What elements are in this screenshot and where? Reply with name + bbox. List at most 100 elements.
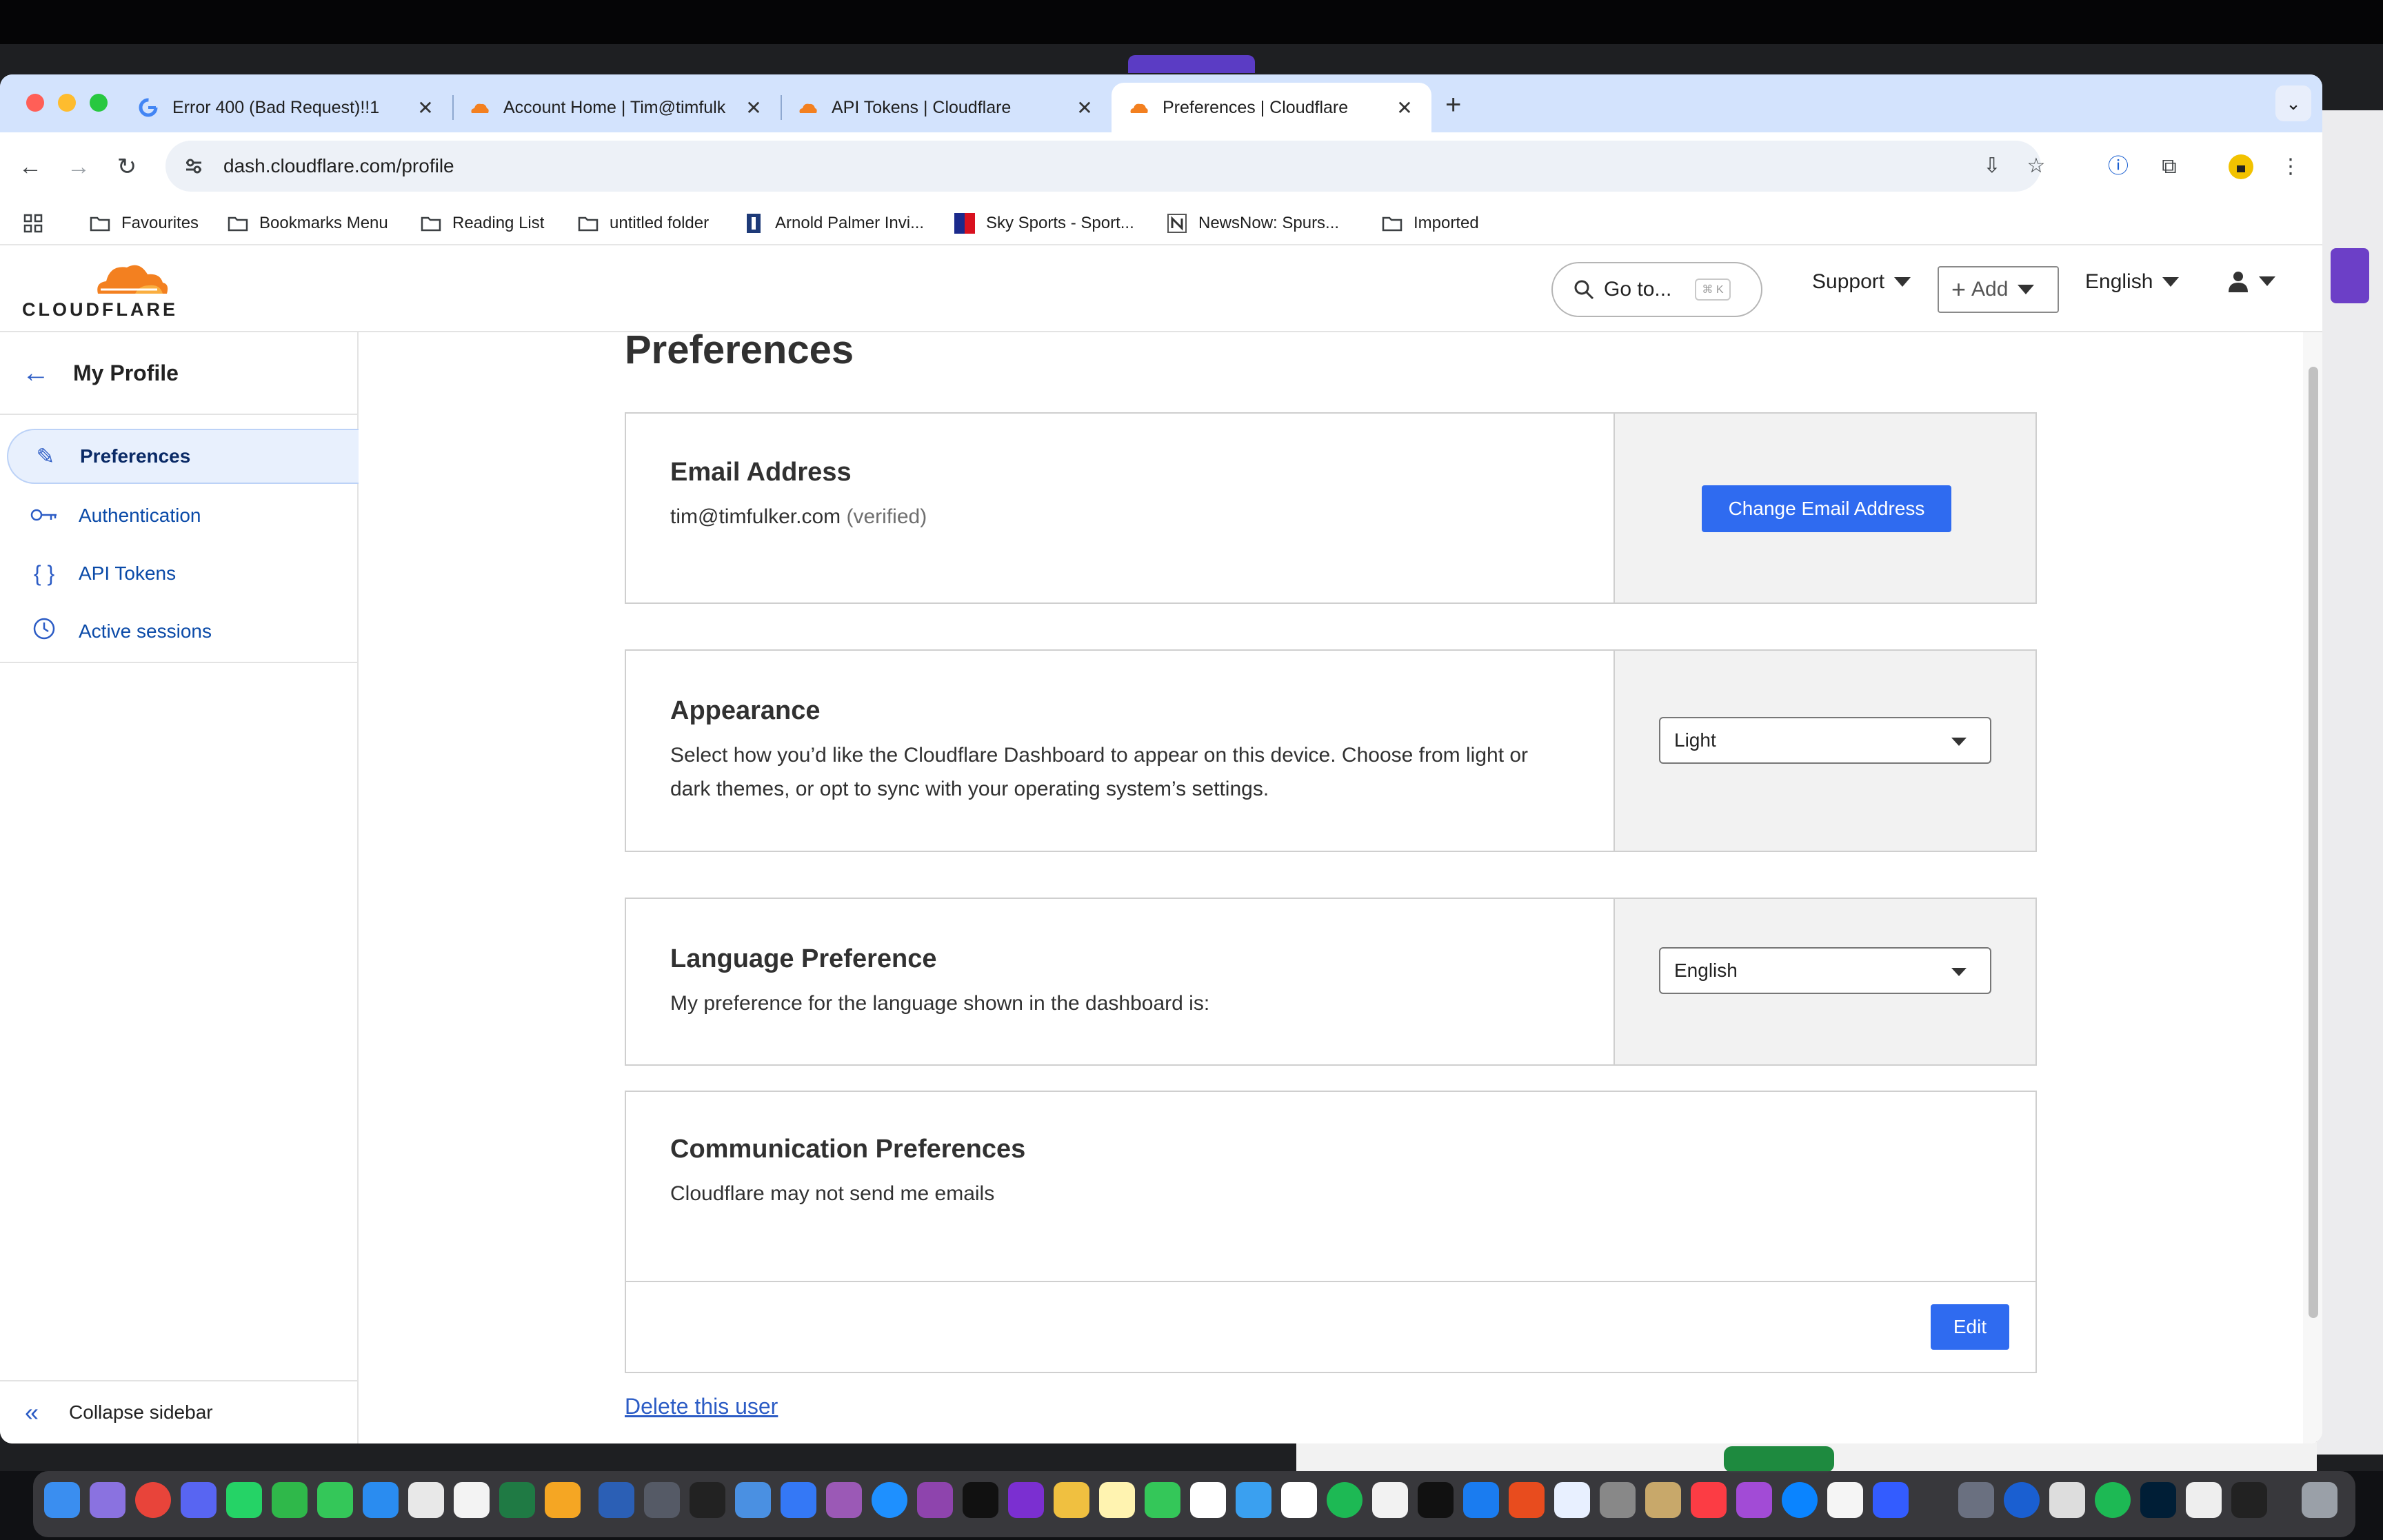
photoshop-icon[interactable] (2140, 1482, 2176, 1518)
tab-preferences[interactable]: Preferences | Cloudflare ✕ (1112, 83, 1431, 132)
language-select[interactable]: English (1659, 947, 1991, 994)
podcasts-icon[interactable] (917, 1482, 953, 1518)
trash-icon[interactable] (2302, 1482, 2337, 1518)
new-tab-icon[interactable]: + (1445, 90, 1461, 121)
sidebar-item-active-sessions[interactable]: Active sessions (7, 604, 359, 659)
roblox-icon[interactable] (1873, 1482, 1909, 1518)
bookmark-reading-list[interactable]: Reading List (421, 211, 544, 236)
minimize-window-button[interactable] (58, 94, 76, 112)
extensions-icon[interactable]: ⧉ (2150, 148, 2189, 186)
photos-icon[interactable] (1054, 1482, 1089, 1518)
appearance-select[interactable]: Light (1659, 717, 1991, 764)
maps-icon[interactable] (1236, 1482, 1271, 1518)
excel-icon[interactable] (499, 1482, 535, 1518)
messenger-icon[interactable] (1782, 1482, 1818, 1518)
sidebar-item-api-tokens[interactable]: { } API Tokens (7, 546, 359, 601)
tab-account-home[interactable]: Account Home | Tim@timfulk ✕ (452, 83, 781, 132)
browser-menu-icon[interactable]: ⋮ (2271, 148, 2310, 186)
notes-doc-icon[interactable] (2049, 1482, 2085, 1518)
back-icon[interactable]: ← (11, 148, 50, 186)
xcode-icon[interactable] (1463, 1482, 1499, 1518)
onepassword-icon[interactable] (2004, 1482, 2040, 1518)
notes-icon[interactable] (1099, 1482, 1135, 1518)
delete-user-link[interactable]: Delete this user (625, 1394, 778, 1419)
bookmark-sky-sports[interactable]: Sky Sports - Sport... (954, 211, 1134, 236)
bookmark-favourites[interactable]: Favourites (90, 211, 199, 236)
spotify-icon[interactable] (2095, 1482, 2131, 1518)
site-settings-icon[interactable] (177, 149, 211, 183)
close-tab-icon[interactable]: ✕ (743, 97, 764, 119)
reminders-icon[interactable] (1372, 1482, 1408, 1518)
change-email-button[interactable]: Change Email Address (1702, 485, 1951, 532)
page-scrollbar[interactable] (2303, 332, 2322, 1443)
close-window-button[interactable] (26, 94, 44, 112)
go-to-search[interactable]: Go to... ⌘ K (1551, 262, 1762, 317)
facetime-icon[interactable] (1145, 1482, 1180, 1518)
keyboard-maestro-icon[interactable] (2186, 1482, 2222, 1518)
reload-icon[interactable]: ↻ (108, 148, 146, 186)
install-app-icon[interactable]: ⇩ (1975, 149, 2009, 183)
launchpad-icon[interactable] (90, 1482, 125, 1518)
freeform-icon[interactable] (1554, 1482, 1590, 1518)
support-menu[interactable]: Support (1812, 270, 1911, 294)
claude-icon[interactable] (454, 1482, 490, 1518)
language-menu[interactable]: English (2085, 270, 2180, 294)
maximize-window-button[interactable] (90, 94, 108, 112)
apple-tv-icon[interactable] (1418, 1482, 1454, 1518)
word-icon[interactable] (599, 1482, 634, 1518)
user-menu[interactable] (2227, 270, 2275, 292)
calendar-icon[interactable] (1190, 1482, 1226, 1518)
nova-icon[interactable] (1008, 1482, 1044, 1518)
bookmark-imported[interactable]: Imported (1382, 211, 1479, 236)
chrome-icon[interactable] (135, 1482, 171, 1518)
utility-icon[interactable] (644, 1482, 680, 1518)
finder-icon[interactable] (44, 1482, 80, 1518)
messages-icon[interactable] (317, 1482, 353, 1518)
books-icon[interactable] (1645, 1482, 1681, 1518)
pages-icon[interactable] (545, 1482, 581, 1518)
numbers-icon[interactable] (272, 1482, 308, 1518)
app-tr-icon[interactable] (963, 1482, 998, 1518)
feedback-icon[interactable] (1736, 1482, 1772, 1518)
edit-communication-button[interactable]: Edit (1931, 1304, 2009, 1350)
mail-icon[interactable] (735, 1482, 771, 1518)
testflight-icon[interactable] (781, 1482, 816, 1518)
app-hex-icon[interactable] (1509, 1482, 1545, 1518)
grammarly-icon[interactable] (1327, 1482, 1363, 1518)
collapse-sidebar-button[interactable]: « Collapse sidebar (0, 1380, 357, 1443)
profile-extension-icon[interactable] (2222, 148, 2260, 186)
bookmark-bookmarks-menu[interactable]: Bookmarks Menu (228, 211, 388, 236)
bookmark-arnold-palmer[interactable]: Arnold Palmer Invi... (743, 211, 924, 236)
whatsapp-icon[interactable] (226, 1482, 262, 1518)
add-button[interactable]: + Add (1938, 266, 2059, 313)
figma-icon[interactable] (2231, 1482, 2267, 1518)
bookmark-star-icon[interactable]: ☆ (2019, 149, 2053, 183)
cloudflare-logo[interactable]: CLOUDFLARE (22, 259, 175, 321)
discord-icon[interactable] (181, 1482, 217, 1518)
music-icon[interactable] (1691, 1482, 1727, 1518)
display-icon[interactable] (690, 1482, 725, 1518)
tab-search-icon[interactable]: ⌄ (2275, 85, 2311, 121)
password-manager-icon[interactable]: ⓘ (2099, 148, 2138, 186)
system-settings-icon[interactable] (1600, 1482, 1636, 1518)
back-arrow-icon[interactable]: ← (22, 358, 50, 389)
downloads-icon[interactable] (1958, 1482, 1994, 1518)
url-text[interactable]: dash.cloudflare.com/profile (223, 155, 454, 177)
fantastical-icon[interactable] (1281, 1482, 1317, 1518)
close-tab-icon[interactable]: ✕ (1074, 97, 1095, 119)
bookmark-newsnow[interactable]: NewsNow: Spurs... (1167, 211, 1339, 236)
chatgpt-icon[interactable] (408, 1482, 444, 1518)
sidebar-item-preferences[interactable]: ✎ Preferences (7, 429, 359, 484)
brush-icon[interactable] (1827, 1482, 1863, 1518)
tab-api-tokens[interactable]: API Tokens | Cloudflare ✕ (781, 83, 1112, 132)
app-store-icon[interactable] (363, 1482, 399, 1518)
bookmark-untitled-folder[interactable]: untitled folder (578, 211, 709, 236)
safari-icon[interactable] (872, 1482, 907, 1518)
forward-icon[interactable]: → (59, 148, 98, 186)
tab-error-400[interactable]: Error 400 (Bad Request)!!1 ✕ (121, 83, 452, 132)
claquette-icon[interactable] (826, 1482, 862, 1518)
close-tab-icon[interactable]: ✕ (1394, 97, 1415, 119)
scrollbar-thumb[interactable] (2309, 367, 2318, 1318)
address-bar[interactable]: dash.cloudflare.com/profile ⇩ ☆ (165, 141, 2045, 192)
sidebar-item-authentication[interactable]: Authentication (7, 488, 359, 543)
